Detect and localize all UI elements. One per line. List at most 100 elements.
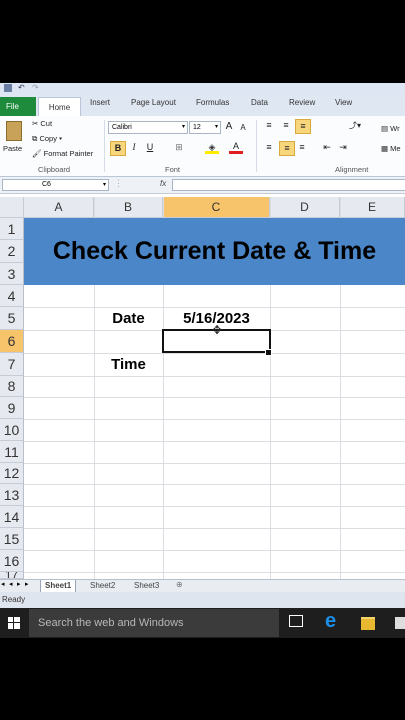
tab-home[interactable]: Home xyxy=(38,97,81,117)
save-icon[interactable] xyxy=(4,84,12,92)
ribbon-home: Paste ✂ Cut ⧉ Copy ▾ 🖌 Format Painter Cl… xyxy=(0,116,405,177)
chevron-down-icon: ▾ xyxy=(102,182,106,188)
cut-label: Cut xyxy=(40,119,53,128)
row-header-5[interactable]: 5 xyxy=(0,307,24,330)
cell-b5[interactable]: Date xyxy=(94,307,163,330)
row-header-16[interactable]: 16 xyxy=(0,550,24,572)
row-header-15[interactable]: 15 xyxy=(0,528,24,550)
format-painter-button[interactable]: 🖌 Format Painter xyxy=(32,149,93,158)
increase-indent-icon[interactable]: ⇥ xyxy=(336,141,350,154)
tab-file[interactable]: File xyxy=(0,97,36,116)
italic-button[interactable]: I xyxy=(127,141,141,154)
tab-page-layout[interactable]: Page Layout xyxy=(131,98,176,107)
formula-bar-expander-icon[interactable]: ⋮ xyxy=(114,178,123,189)
grow-font-button[interactable]: A xyxy=(222,120,236,133)
grid-line xyxy=(24,441,405,442)
row-header-3[interactable]: 3 xyxy=(0,263,24,285)
fill-color-icon[interactable]: ◈ xyxy=(205,141,219,154)
name-box[interactable]: C6 ▾ xyxy=(2,179,109,191)
row-header-8[interactable]: 8 xyxy=(0,376,24,397)
underline-button[interactable]: U xyxy=(143,141,157,154)
row-header-13[interactable]: 13 xyxy=(0,484,24,506)
cut-button[interactable]: ✂ Cut xyxy=(32,119,52,128)
wrap-text-button[interactable]: ▤ Wr xyxy=(381,124,400,133)
taskbar-search-box[interactable]: Search the web and Windows xyxy=(29,609,279,637)
font-color-button[interactable]: A xyxy=(229,140,243,154)
font-size-select[interactable]: 12 ▾ xyxy=(189,121,221,134)
row-header-10[interactable]: 10 xyxy=(0,419,24,441)
sheet-tab-sheet3[interactable]: Sheet3 xyxy=(130,580,163,592)
decrease-indent-icon[interactable]: ⇤ xyxy=(320,141,334,154)
row-header-17[interactable]: 17 xyxy=(0,572,24,579)
sheet-scroll-next-icon[interactable]: ▸ xyxy=(17,580,21,588)
align-right-icon[interactable]: ≡ xyxy=(295,141,309,154)
sheet-tab-bar: ◂ ◂ ▸ ▸ Sheet1 Sheet2 Sheet3 ⊕ xyxy=(0,579,405,593)
paste-button[interactable]: Paste xyxy=(2,119,26,161)
tab-formulas[interactable]: Formulas xyxy=(196,98,229,107)
grid-line xyxy=(24,550,405,551)
column-header-e[interactable]: E xyxy=(340,197,405,218)
borders-icon[interactable]: ⊞ xyxy=(172,141,186,154)
orientation-icon[interactable]: ⤴▾ xyxy=(348,119,362,132)
new-sheet-icon[interactable]: ⊕ xyxy=(176,580,183,589)
row-header-1[interactable]: 1 xyxy=(0,218,24,240)
format-painter-label: Format Painter xyxy=(43,149,94,158)
merge-button[interactable]: ▦ Me xyxy=(381,144,401,153)
shrink-font-button[interactable]: A xyxy=(236,121,250,134)
grid-line xyxy=(24,463,405,464)
paste-label: Paste xyxy=(3,144,23,153)
title-cell[interactable]: Check Current Date & Time xyxy=(24,218,405,285)
grid-line xyxy=(24,353,405,354)
sheet-scroll-last-icon[interactable]: ▸ xyxy=(25,580,29,588)
tab-insert[interactable]: Insert xyxy=(90,98,110,107)
column-header-d[interactable]: D xyxy=(270,197,340,218)
row-header-14[interactable]: 14 xyxy=(0,506,24,528)
tab-data[interactable]: Data xyxy=(251,98,268,107)
row-header-11[interactable]: 11 xyxy=(0,441,24,463)
formula-input[interactable] xyxy=(172,179,405,191)
search-placeholder: Search the web and Windows xyxy=(38,617,184,629)
select-all-corner[interactable] xyxy=(0,197,24,218)
align-middle-icon[interactable]: ≡ xyxy=(279,119,293,132)
align-top-icon[interactable]: ≡ xyxy=(262,119,276,132)
quick-access-toolbar: ↶ ↷ xyxy=(0,83,405,94)
align-left-icon[interactable]: ≡ xyxy=(262,141,276,154)
column-header-b[interactable]: B xyxy=(94,197,163,218)
copy-label: Copy xyxy=(39,134,57,143)
redo-icon[interactable]: ↷ xyxy=(32,83,39,92)
column-header-c[interactable]: C xyxy=(163,197,270,218)
sheet-scroll-first-icon[interactable]: ◂ xyxy=(1,580,5,588)
align-center-icon[interactable]: ≡ xyxy=(279,141,295,156)
divider xyxy=(104,120,105,172)
tab-review[interactable]: Review xyxy=(289,98,315,107)
row-header-12[interactable]: 12 xyxy=(0,463,24,484)
row-header-9[interactable]: 9 xyxy=(0,397,24,419)
font-size-value: 12 xyxy=(193,124,201,131)
tab-view[interactable]: View xyxy=(335,98,352,107)
windows-logo-pane xyxy=(14,617,20,622)
store-icon[interactable] xyxy=(395,617,405,629)
insert-function-icon[interactable]: fx xyxy=(160,179,166,188)
align-bottom-icon[interactable]: ≡ xyxy=(295,119,311,134)
bold-button[interactable]: B xyxy=(110,141,126,156)
font-name-select[interactable]: Calibri ▾ xyxy=(108,121,188,134)
undo-icon[interactable]: ↶ xyxy=(18,83,25,92)
row-header-4[interactable]: 4 xyxy=(0,285,24,307)
chevron-down-icon: ▾ xyxy=(214,124,218,130)
sheet-tab-sheet2[interactable]: Sheet2 xyxy=(86,580,119,592)
row-header-6[interactable]: 6 xyxy=(0,330,24,353)
sheet-scroll-prev-icon[interactable]: ◂ xyxy=(9,580,13,588)
row-header-2[interactable]: 2 xyxy=(0,240,24,263)
alignment-group-label: Alignment xyxy=(335,165,369,174)
copy-button[interactable]: ⧉ Copy ▾ xyxy=(32,134,62,144)
file-explorer-icon[interactable] xyxy=(361,617,375,630)
task-view-icon[interactable] xyxy=(289,615,303,627)
windows-start-icon[interactable] xyxy=(8,617,20,629)
column-header-a[interactable]: A xyxy=(24,197,94,218)
cell-b7[interactable]: Time xyxy=(94,353,163,376)
clipboard-icon xyxy=(6,121,22,141)
edge-browser-icon[interactable]: e xyxy=(325,610,336,633)
row-header-7[interactable]: 7 xyxy=(0,353,24,376)
divider xyxy=(256,120,257,172)
fill-handle[interactable] xyxy=(265,349,272,356)
